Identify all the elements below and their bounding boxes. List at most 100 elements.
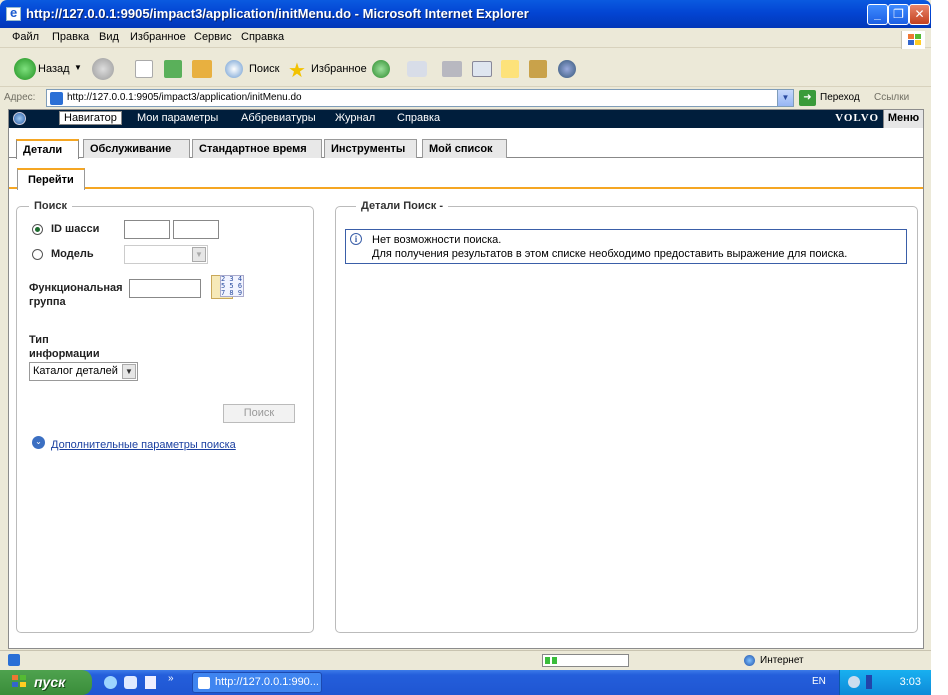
taskbar-window-button[interactable]: http://127.0.0.1:990... (192, 672, 322, 693)
history-icon[interactable] (372, 60, 390, 78)
info-type-value: Каталог деталей (33, 365, 118, 377)
address-url[interactable]: http://127.0.0.1:9905/impact3/applicatio… (67, 92, 302, 103)
internet-zone-icon (744, 655, 755, 666)
refresh-icon[interactable] (164, 60, 182, 78)
info-message-box: i Нет возможности поиска. Для получения … (345, 229, 907, 264)
quicklaunch-more-icon[interactable]: » (168, 673, 174, 684)
discuss-icon[interactable] (501, 60, 519, 78)
menu-button[interactable]: Меню (883, 110, 923, 128)
tab-service[interactable]: Обслуживание (83, 139, 190, 158)
search-button-label[interactable]: Поиск (249, 63, 279, 75)
quicklaunch-explorer-icon[interactable] (124, 676, 137, 689)
task-ie-icon (198, 677, 210, 689)
quicklaunch-doc-icon[interactable] (145, 676, 156, 689)
window-title: http://127.0.0.1:9905/impact3/applicatio… (26, 6, 529, 21)
back-button-label[interactable]: Назад (38, 63, 70, 75)
nav-abbreviations[interactable]: Аббревиатуры (241, 112, 316, 124)
edit-icon[interactable] (472, 61, 492, 77)
subtab-go[interactable]: Перейти (17, 168, 85, 190)
start-button[interactable]: пуск (0, 670, 92, 695)
messenger-icon[interactable] (558, 60, 576, 78)
menu-tools[interactable]: Сервис (194, 31, 232, 43)
search-button[interactable]: Поиск (223, 404, 295, 423)
expand-chevron-icon[interactable]: ⌄ (32, 436, 45, 449)
forward-arrow-icon[interactable] (92, 58, 114, 80)
page-status-icon (8, 654, 20, 666)
title-bar: http://127.0.0.1:9905/impact3/applicatio… (0, 0, 931, 28)
windows-logo-icon (901, 31, 925, 49)
favorites-button-label[interactable]: Избранное (311, 63, 367, 75)
search-icon[interactable] (225, 60, 243, 78)
advanced-search-link[interactable]: Дополнительные параметры поиска (51, 439, 236, 451)
info-type-select[interactable]: Каталог деталей ▼ (29, 362, 138, 381)
tab-tools[interactable]: Инструменты (324, 139, 417, 158)
globe-icon[interactable] (13, 112, 26, 125)
address-label: Адрес: (4, 92, 36, 103)
home-icon[interactable] (192, 60, 212, 78)
app-nav-bar: Навигатор Мои параметры Аббревиатуры Жур… (9, 110, 923, 128)
nav-my-settings[interactable]: Мои параметры (137, 112, 218, 124)
menu-help[interactable]: Справка (241, 31, 284, 43)
menu-file[interactable]: Файл (12, 31, 39, 43)
chassis-id-input-1[interactable] (124, 220, 170, 239)
tab-standard-time[interactable]: Стандартное время (192, 139, 322, 158)
nav-help[interactable]: Справка (397, 112, 440, 124)
address-input[interactable]: http://127.0.0.1:9905/impact3/applicatio… (46, 89, 794, 107)
back-arrow-icon[interactable] (14, 58, 36, 80)
progress-bar (542, 654, 629, 667)
taskbar: пуск » http://127.0.0.1:990... EN 3:03 (0, 670, 931, 695)
chassis-id-label: ID шасси (51, 223, 100, 235)
sub-tabs: Перейти (9, 167, 923, 190)
tab-details[interactable]: Детали (16, 139, 79, 159)
back-dropdown-icon[interactable]: ▼ (74, 63, 82, 72)
security-zone: Интернет (760, 655, 804, 666)
browser-window: http://127.0.0.1:9905/impact3/applicatio… (0, 0, 931, 695)
search-legend: Поиск (29, 200, 73, 212)
menu-edit[interactable]: Правка (52, 31, 89, 43)
chassis-id-radio[interactable] (32, 224, 43, 235)
model-select[interactable]: ▼ (124, 245, 208, 264)
info-type-label: Тип (29, 334, 49, 346)
model-radio[interactable] (32, 249, 43, 260)
minimize-button[interactable]: _ (867, 4, 888, 25)
windows-flag-icon (12, 675, 28, 689)
details-legend: Детали Поиск - (356, 200, 448, 212)
status-bar: Интернет (0, 650, 931, 670)
go-arrow-icon[interactable]: ➜ (799, 90, 816, 106)
main-tabs: Детали Обслуживание Стандартное время Ин… (9, 138, 923, 159)
favorites-star-icon[interactable]: ★ (288, 58, 306, 83)
app-content: Навигатор Мои параметры Аббревиатуры Жур… (8, 109, 924, 649)
page-icon (50, 92, 63, 105)
nav-navigator[interactable]: Навигатор (59, 111, 122, 125)
number-grid-icon[interactable]: 2 3 45 5 67 8 9 (220, 275, 244, 297)
func-group-input[interactable] (129, 279, 201, 298)
clock[interactable]: 3:03 (900, 676, 921, 688)
toolbar: Назад ▼ Поиск ★ Избранное (0, 49, 931, 87)
func-group-label-2: группа (29, 296, 66, 308)
system-tray: 3:03 (839, 670, 931, 695)
page-margin (931, 0, 948, 695)
tab-my-list[interactable]: Мой список (422, 139, 507, 158)
language-indicator[interactable]: EN (812, 676, 826, 687)
links-button[interactable]: Ссылки (874, 92, 909, 103)
info-message-line2: Для получения результатов в этом списке … (372, 248, 848, 260)
go-button[interactable]: Переход (820, 92, 860, 103)
chassis-id-input-2[interactable] (173, 220, 219, 239)
tray-volume-icon[interactable] (866, 675, 872, 689)
quicklaunch-ie-icon[interactable] (104, 676, 117, 689)
address-dropdown-icon[interactable]: ▼ (777, 90, 793, 106)
start-label: пуск (34, 674, 66, 690)
mail-icon[interactable] (407, 61, 427, 77)
menu-view[interactable]: Вид (99, 31, 119, 43)
print-icon[interactable] (442, 61, 462, 77)
research-icon[interactable] (529, 60, 547, 78)
stop-icon[interactable] (135, 60, 153, 78)
tray-help-icon[interactable] (848, 676, 860, 688)
menu-favorites[interactable]: Избранное (130, 31, 186, 43)
search-panel: Поиск ID шасси Модель ▼ Функциональная г… (16, 200, 314, 633)
nav-log[interactable]: Журнал (335, 112, 375, 124)
volvo-logo: VOLVO (835, 112, 879, 124)
close-button[interactable]: ✕ (909, 4, 930, 25)
func-group-label: Функциональная (29, 282, 123, 294)
maximize-button[interactable]: ❐ (888, 4, 909, 25)
